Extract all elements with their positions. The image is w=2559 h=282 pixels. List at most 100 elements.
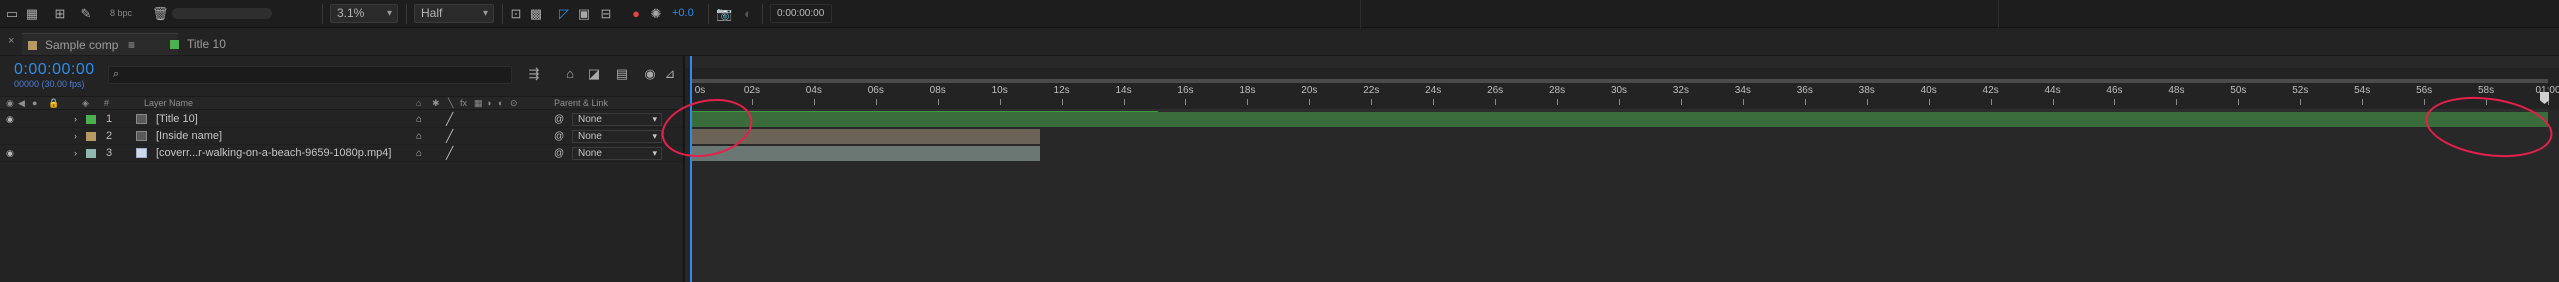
brush-icon[interactable]: ✎ bbox=[78, 6, 94, 22]
ruler-label: 52s bbox=[2292, 85, 2309, 96]
audio-icon[interactable]: ◀ bbox=[18, 98, 25, 109]
exposure-value[interactable]: +0.0 bbox=[672, 7, 694, 19]
region-of-interest-icon[interactable]: ⊡ bbox=[508, 6, 524, 22]
shy-icon[interactable]: ⌂ bbox=[416, 98, 421, 109]
layer-name[interactable]: [Inside name] bbox=[156, 128, 222, 145]
channel-rgb-icon[interactable]: ● bbox=[628, 6, 644, 22]
ruler-label: 32s bbox=[1672, 85, 1689, 96]
bin-icon[interactable]: ▦ bbox=[24, 6, 40, 22]
time-ruler[interactable]: 0s 02s 04s 06s 08s 10s 12s 14s 16s 18s 20s 22s 24s 26… bbox=[685, 68, 2559, 121]
draft-3d-icon[interactable]: ⌂ bbox=[560, 64, 580, 84]
layer-row[interactable]: › 2 [Inside name] ⌂ ╱ @ None ▾ bbox=[0, 128, 683, 145]
shy-switch-icon[interactable]: ⌂ bbox=[416, 111, 422, 128]
collapse-icon[interactable]: ✱ bbox=[432, 98, 440, 109]
composition-flowchart-icon[interactable]: ⇶ bbox=[524, 64, 544, 84]
menu-icon[interactable]: ≡ bbox=[128, 34, 135, 56]
expand-chevron-icon[interactable]: › bbox=[74, 145, 77, 162]
layer-row[interactable]: ◉ › 1 [Title 10] ⌂ ╱ @ None ▾ bbox=[0, 111, 683, 128]
ruler-tick bbox=[937, 99, 939, 105]
ruler-tick bbox=[2176, 99, 2178, 105]
layer-duration-bar[interactable] bbox=[690, 112, 2548, 127]
ruler-tick bbox=[751, 99, 753, 105]
mask-visibility-icon[interactable]: ◸ bbox=[556, 6, 572, 22]
trash-icon[interactable]: 🗑 bbox=[152, 6, 169, 22]
quality-switch-icon[interactable]: ╱ bbox=[446, 111, 453, 128]
layer-number: 3 bbox=[106, 147, 113, 159]
layer-label-color[interactable] bbox=[86, 149, 96, 158]
ruler-label: 26s bbox=[1487, 85, 1504, 96]
ruler-label: 28s bbox=[1549, 85, 1566, 96]
color-management-icon[interactable]: ✺ bbox=[648, 6, 664, 22]
ruler-label: 40s bbox=[1920, 85, 1937, 96]
pick-whip-icon[interactable]: @ bbox=[554, 145, 564, 162]
work-area-bar[interactable] bbox=[690, 79, 2548, 83]
frame-blending-icon[interactable]: ▤ bbox=[612, 64, 632, 84]
playhead[interactable] bbox=[690, 56, 692, 282]
3d-layer-icon[interactable]: ⊙ bbox=[510, 98, 518, 109]
layer-label-color[interactable] bbox=[86, 115, 96, 124]
parent-dropdown[interactable]: None ▾ bbox=[572, 130, 662, 143]
panel-tabs: × Sample comp ≡ Title 10 bbox=[0, 30, 2559, 56]
layer-name[interactable]: [Title 10] bbox=[156, 111, 198, 128]
bpc-label[interactable]: 8 bpc bbox=[110, 8, 132, 18]
expand-chevron-icon[interactable]: › bbox=[74, 111, 77, 128]
search-input[interactable]: ⌕ bbox=[108, 66, 512, 84]
eye-icon[interactable]: ◉ bbox=[6, 145, 14, 162]
parent-dropdown[interactable]: None ▾ bbox=[572, 113, 662, 126]
ruler-label: 04s bbox=[805, 85, 822, 96]
motion-blur-col-icon[interactable]: ◑ bbox=[486, 98, 491, 109]
show-snapshot-icon[interactable]: ◐ bbox=[740, 6, 756, 22]
tab-title-10[interactable]: Title 10 bbox=[170, 33, 280, 55]
layer-name[interactable]: [coverr...r-walking-on-a-beach-9659-1080… bbox=[156, 145, 391, 162]
shy-layers-icon[interactable]: ◪ bbox=[584, 64, 604, 84]
flowchart-icon[interactable]: ⊞ bbox=[52, 6, 68, 22]
viewer-timecode[interactable]: 0:00:00:00 bbox=[770, 4, 832, 23]
close-icon[interactable]: × bbox=[8, 35, 14, 47]
parent-link-header[interactable]: Parent & Link bbox=[554, 98, 608, 109]
solo-icon[interactable]: ● bbox=[32, 98, 37, 109]
tab-sample-comp[interactable]: Sample comp ≡ bbox=[22, 33, 178, 55]
ruler-tick bbox=[1619, 99, 1620, 105]
layer-number: 1 bbox=[106, 113, 113, 125]
expand-chevron-icon[interactable]: › bbox=[74, 128, 77, 145]
grid-guide-icon[interactable]: ▣ bbox=[576, 6, 592, 22]
ruler-label: 02s bbox=[743, 85, 760, 96]
eye-icon[interactable]: ◉ bbox=[6, 111, 14, 128]
camera-icon[interactable]: 📷 bbox=[716, 6, 732, 22]
ruler-label: 54s bbox=[2354, 85, 2371, 96]
quality-switch-icon[interactable]: ╱ bbox=[446, 128, 453, 145]
quality-switch-icon[interactable]: ╱ bbox=[446, 145, 453, 162]
ruler-tick bbox=[1247, 99, 1249, 105]
label-icon[interactable]: ◈ bbox=[82, 98, 89, 109]
graph-editor-icon[interactable]: ⊿ bbox=[660, 64, 680, 84]
shy-switch-icon[interactable]: ⌂ bbox=[416, 128, 422, 145]
effects-icon[interactable]: fx bbox=[460, 98, 467, 109]
ruler-tick bbox=[2300, 99, 2302, 105]
transparency-grid-icon[interactable]: ▩ bbox=[528, 6, 544, 22]
magnification-dropdown[interactable]: 3.1% ▾ bbox=[330, 4, 398, 23]
pick-whip-icon[interactable]: @ bbox=[554, 111, 564, 128]
3d-view-icon[interactable]: ⊟ bbox=[598, 6, 614, 22]
parent-dropdown[interactable]: None ▾ bbox=[572, 147, 662, 160]
ruler-label: 42s bbox=[1982, 85, 1999, 96]
pick-whip-icon[interactable]: @ bbox=[554, 128, 564, 145]
shy-switch-icon[interactable]: ⌂ bbox=[416, 145, 422, 162]
layer-duration-bar[interactable] bbox=[690, 146, 1040, 161]
layer-name-header[interactable]: Layer Name bbox=[144, 98, 193, 109]
footage-file-icon bbox=[136, 148, 147, 158]
ruler-label: 10s bbox=[991, 85, 1008, 96]
quality-icon[interactable]: ╲ bbox=[448, 98, 453, 109]
ruler-tick bbox=[1433, 99, 1435, 105]
frame-blend-col-icon[interactable]: ▦ bbox=[474, 98, 483, 109]
layer-label-color[interactable] bbox=[86, 132, 96, 141]
tab-color-swatch bbox=[170, 40, 179, 49]
eye-icon[interactable]: ◉ bbox=[6, 98, 14, 109]
tab-label: Title 10 bbox=[187, 37, 226, 51]
lock-icon[interactable]: 🔒 bbox=[48, 98, 59, 109]
current-time-display[interactable]: 0:00:00:00 bbox=[14, 61, 95, 79]
layer-row[interactable]: ◉ › 3 [coverr...r-walking-on-a-beach-965… bbox=[0, 145, 683, 162]
adjustment-icon[interactable]: ◐ bbox=[498, 98, 503, 109]
resolution-dropdown[interactable]: Half ▾ bbox=[414, 4, 494, 23]
project-icon[interactable]: ▭ bbox=[4, 6, 20, 22]
motion-blur-icon[interactable]: ◉ bbox=[640, 64, 660, 84]
